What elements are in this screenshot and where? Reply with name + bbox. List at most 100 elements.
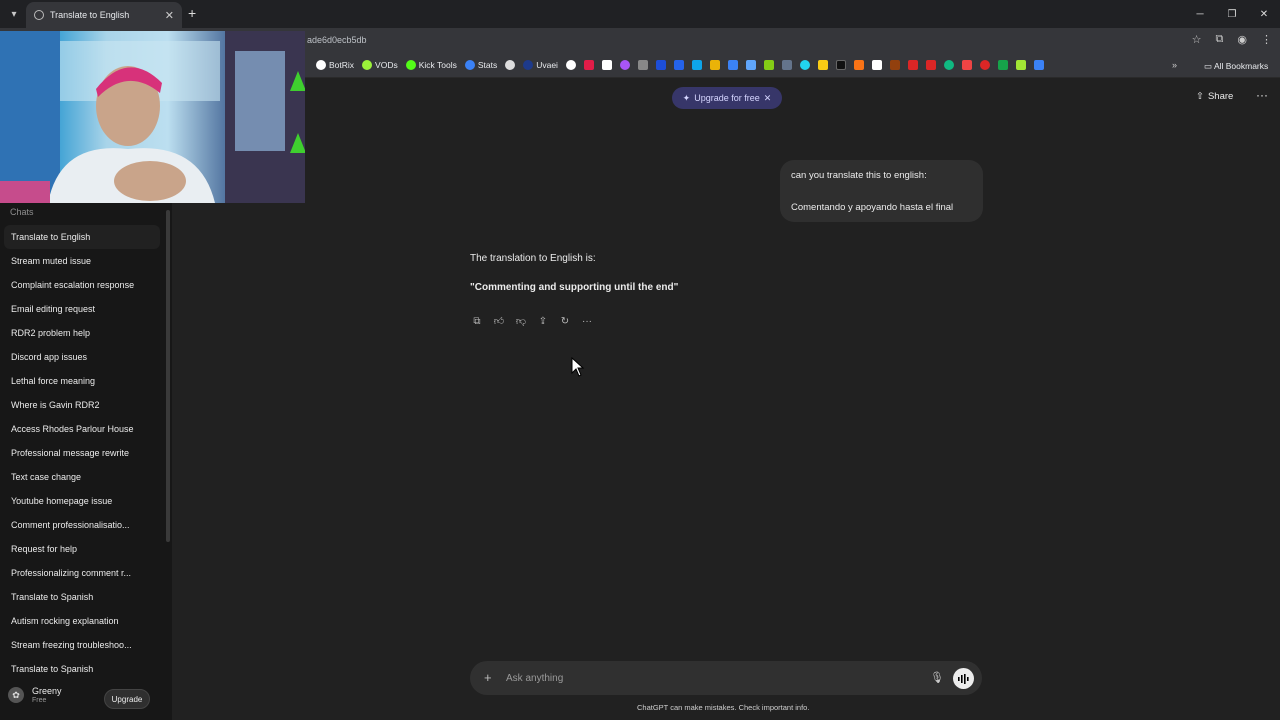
bookmark-stats[interactable]: Stats bbox=[464, 60, 497, 70]
bookmark-kick-tools[interactable]: Kick Tools bbox=[405, 60, 457, 70]
openai-icon bbox=[505, 60, 516, 70]
response-actions: ⧉ 👍︎ 👎︎ ⇪ ↻ ··· bbox=[470, 314, 594, 328]
chat-item[interactable]: Stream muted issue bbox=[4, 249, 160, 273]
bookmark-icon[interactable] bbox=[943, 60, 954, 70]
sidebar-scrollbar[interactable] bbox=[166, 210, 170, 542]
close-window-button[interactable]: ✕ bbox=[1248, 0, 1280, 28]
extensions-icon[interactable]: ⧉ bbox=[1216, 33, 1224, 46]
bookmarks-list: BotRix VODs Kick Tools Stats Uvaei bbox=[316, 60, 1044, 70]
thumbs-down-icon[interactable]: 👎︎ bbox=[514, 314, 528, 328]
close-tab-icon[interactable]: ✕ bbox=[165, 9, 174, 22]
bookmark-botrix[interactable]: BotRix bbox=[316, 60, 354, 70]
bookmark-icon[interactable] bbox=[997, 60, 1008, 70]
chat-item[interactable]: Access Rhodes Parlour House bbox=[4, 417, 160, 441]
bookmark-icon[interactable] bbox=[673, 60, 684, 70]
bookmark-icon[interactable] bbox=[961, 60, 972, 70]
user-profile[interactable]: ✿ Greeny Free bbox=[8, 686, 62, 704]
copy-icon[interactable]: ⧉ bbox=[470, 314, 484, 328]
uvaei-icon bbox=[523, 60, 534, 70]
bookmark-vods[interactable]: VODs bbox=[362, 60, 398, 70]
chat-item[interactable]: Translate to Spanish bbox=[4, 585, 160, 609]
bookmark-icon[interactable] bbox=[781, 60, 792, 70]
bookmark-icon[interactable] bbox=[979, 60, 990, 70]
message-input[interactable]: Ask anything bbox=[506, 673, 563, 684]
bookmark-icon[interactable] bbox=[1033, 60, 1044, 70]
bookmark-openai[interactable] bbox=[505, 60, 516, 70]
chat-item[interactable]: RDR2 problem help bbox=[4, 321, 160, 345]
share-label: Share bbox=[1207, 91, 1234, 102]
url-text[interactable]: ade6d0ecb5db bbox=[307, 35, 367, 45]
chat-item[interactable]: Autism rocking explanation bbox=[4, 609, 160, 633]
paypal-icon[interactable] bbox=[655, 60, 666, 70]
bookmark-icon[interactable] bbox=[799, 60, 810, 70]
youtube-icon[interactable] bbox=[925, 60, 936, 70]
chat-item[interactable]: Complaint escalation response bbox=[4, 273, 160, 297]
microphone-icon[interactable]: 🎙︎ bbox=[930, 671, 944, 684]
bookmark-icon[interactable] bbox=[853, 60, 864, 70]
bookmarks-overflow-icon[interactable]: » bbox=[1172, 60, 1177, 70]
chat-item[interactable]: Lethal force meaning bbox=[4, 369, 160, 393]
chat-item[interactable]: Professional message rewrite bbox=[4, 441, 160, 465]
all-bookmarks-button[interactable]: ▭ All Bookmarks bbox=[1204, 61, 1268, 72]
stats-icon bbox=[464, 60, 475, 70]
minimize-button[interactable]: ─ bbox=[1184, 0, 1216, 28]
tab-search-button[interactable]: ▾ bbox=[4, 4, 24, 24]
share-button[interactable]: ⇧ Share bbox=[1196, 91, 1233, 102]
attach-plus-icon[interactable]: + bbox=[484, 670, 492, 685]
chat-item[interactable]: Translate to Spanish bbox=[4, 657, 160, 681]
more-options-icon[interactable]: ··· bbox=[1256, 88, 1268, 102]
bookmark-icon[interactable] bbox=[763, 60, 774, 70]
user-name: Greeny bbox=[32, 686, 62, 696]
bookmark-icon[interactable] bbox=[601, 60, 612, 70]
restore-button[interactable]: ❐ bbox=[1216, 0, 1248, 28]
disclaimer-text: ChatGPT can make mistakes. Check importa… bbox=[637, 703, 810, 712]
chat-item[interactable]: Email editing request bbox=[4, 297, 160, 321]
upgrade-pill-label: Upgrade for free bbox=[694, 93, 760, 103]
regenerate-icon[interactable]: ↻ bbox=[558, 314, 572, 328]
bookmark-icon[interactable] bbox=[1015, 60, 1026, 70]
youtube-icon[interactable] bbox=[907, 60, 918, 70]
voice-mode-button[interactable] bbox=[953, 668, 974, 689]
new-tab-button[interactable]: + bbox=[188, 5, 196, 21]
bookmark-icon[interactable] bbox=[889, 60, 900, 70]
link-icon[interactable] bbox=[637, 60, 648, 70]
user-plan: Free bbox=[32, 697, 47, 704]
imdb-icon[interactable] bbox=[817, 60, 828, 70]
bookmark-icon[interactable] bbox=[745, 60, 756, 70]
chat-item[interactable]: Request for help bbox=[4, 537, 160, 561]
chat-item[interactable]: Stream freezing troubleshoo... bbox=[4, 633, 160, 657]
bookmark-uvaei[interactable]: Uvaei bbox=[523, 60, 558, 70]
chat-item[interactable]: Where is Gavin RDR2 bbox=[4, 393, 160, 417]
menu-icon[interactable]: ⋮ bbox=[1261, 33, 1272, 46]
window-controls: ─ ❐ ✕ bbox=[1184, 0, 1280, 28]
profile-icon[interactable]: ◉ bbox=[1237, 33, 1247, 46]
upgrade-button[interactable]: Upgrade bbox=[104, 689, 150, 709]
address-bar-icons: ☆ ⧉ ◉ ⋮ bbox=[1192, 33, 1272, 46]
chat-item[interactable]: Comment professionalisatio... bbox=[4, 513, 160, 537]
kick-icon bbox=[405, 60, 416, 70]
tiktok-icon[interactable] bbox=[835, 60, 846, 70]
bookmark-icon[interactable] bbox=[583, 60, 594, 70]
waveform-icon bbox=[958, 673, 969, 684]
google-icon[interactable] bbox=[565, 60, 576, 70]
chat-item[interactable]: Professionalizing comment r... bbox=[4, 561, 160, 585]
chat-item[interactable]: Youtube homepage issue bbox=[4, 489, 160, 513]
dismiss-icon[interactable]: ✕ bbox=[764, 93, 772, 104]
upgrade-for-free-pill[interactable]: ✦ Upgrade for free ✕ bbox=[672, 87, 782, 109]
bookmark-star-icon[interactable]: ☆ bbox=[1192, 33, 1202, 46]
thumbs-up-icon[interactable]: 👍︎ bbox=[492, 314, 506, 328]
bookmark-icon[interactable] bbox=[619, 60, 630, 70]
share-response-icon[interactable]: ⇪ bbox=[536, 314, 550, 328]
chat-item[interactable]: Discord app issues bbox=[4, 345, 160, 369]
chats-section-title: Chats bbox=[10, 207, 34, 217]
browser-tab[interactable]: Translate to English ✕ bbox=[26, 2, 182, 28]
bookmark-icon[interactable] bbox=[871, 60, 882, 70]
chat-item[interactable]: Text case change bbox=[4, 465, 160, 489]
user-message-line: can you translate this to english: bbox=[791, 170, 927, 181]
bookmark-icon[interactable] bbox=[727, 60, 738, 70]
tab-title: Translate to English bbox=[50, 10, 130, 20]
more-actions-icon[interactable]: ··· bbox=[580, 314, 594, 328]
bookmark-icon[interactable] bbox=[691, 60, 702, 70]
chat-item[interactable]: Translate to English bbox=[4, 225, 160, 249]
bookmark-icon[interactable] bbox=[709, 60, 720, 70]
